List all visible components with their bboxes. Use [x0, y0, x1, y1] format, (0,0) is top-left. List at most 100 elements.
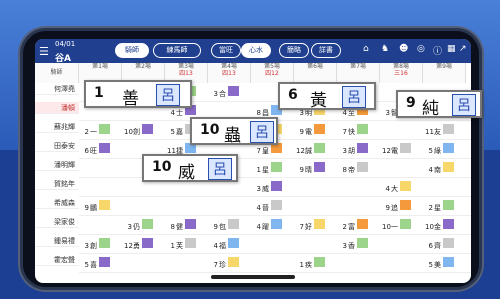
- race-entry[interactable]: 9電: [296, 124, 325, 136]
- race-entry[interactable]: 1芙: [167, 238, 196, 250]
- race-entry[interactable]: 5綠: [425, 143, 454, 155]
- horse-name: 蟲: [224, 126, 241, 146]
- horse-name: 躍: [262, 223, 269, 231]
- tab-brief[interactable]: 簡略: [279, 43, 309, 58]
- horse-name: 合: [219, 90, 226, 98]
- tab-trainer[interactable]: 練馬師: [153, 43, 201, 58]
- race-header[interactable]: 第8場 三16: [380, 63, 423, 83]
- race-entry[interactable]: 9鵬: [81, 200, 110, 212]
- jockey-name[interactable]: 何澤堯: [35, 83, 79, 95]
- horse-number: 10: [425, 223, 434, 231]
- race-header[interactable]: 第9場: [423, 63, 466, 83]
- race-entry[interactable]: 7好: [296, 219, 325, 231]
- odds-tag: [99, 200, 110, 210]
- horse-number: 4: [428, 166, 433, 174]
- tab-hot[interactable]: 當旺: [211, 43, 241, 58]
- race-entry[interactable]: 3仍: [124, 219, 153, 231]
- race-entry[interactable]: 3香: [339, 238, 368, 250]
- horse-number: 4: [213, 242, 218, 250]
- race-entry[interactable]: 3威: [253, 181, 282, 193]
- jockey-name[interactable]: 潘頓: [35, 102, 79, 114]
- tab-detail[interactable]: 詳書: [311, 43, 341, 58]
- race-entry[interactable]: 9包: [210, 219, 239, 231]
- odds-icon[interactable]: ◎: [417, 44, 425, 54]
- odds-tag: [99, 124, 110, 134]
- race-entry[interactable]: 7珍: [210, 257, 239, 269]
- odds-tag: [443, 143, 454, 153]
- race-entry[interactable]: 4大: [382, 181, 411, 193]
- race-entry[interactable]: 2富: [339, 219, 368, 231]
- race-entry[interactable]: 12勇: [124, 238, 153, 250]
- race-entry[interactable]: 12電: [382, 143, 411, 155]
- race-entry[interactable]: 10劍: [124, 124, 153, 136]
- race-entry[interactable]: 2一: [81, 124, 110, 136]
- race-entry[interactable]: 3合: [210, 86, 239, 98]
- race-entry[interactable]: 7快: [339, 124, 368, 136]
- odds-tag: [228, 219, 239, 229]
- race-entry[interactable]: 9追: [382, 200, 411, 212]
- horse-name: 帝: [348, 166, 355, 174]
- odds-tag: [142, 124, 153, 134]
- jockey-name[interactable]: 蘇兆輝: [35, 121, 79, 133]
- horse-name: 星: [434, 204, 441, 212]
- jockey-name[interactable]: 田泰安: [35, 140, 79, 152]
- race-header[interactable]: 第7場: [337, 63, 380, 83]
- horse-number: 10: [382, 223, 391, 231]
- race-entry[interactable]: 3創: [81, 238, 110, 250]
- race-entry[interactable]: 8健: [167, 219, 196, 231]
- race-header[interactable]: 第5場 四12: [251, 63, 294, 83]
- callout-horse: 1 善 呂: [84, 80, 192, 109]
- grid-icon[interactable]: ▦: [447, 44, 456, 54]
- race-entry[interactable]: 5喜: [81, 257, 110, 269]
- race-entry[interactable]: 4福: [210, 238, 239, 250]
- jockey-name[interactable]: 希威森: [35, 197, 79, 209]
- race-entry[interactable]: 6齊: [425, 238, 454, 250]
- race-entry[interactable]: 4躍: [253, 219, 282, 231]
- odds-tag: [357, 124, 368, 134]
- horse-name: 富: [348, 223, 355, 231]
- race-entry[interactable]: 12誠: [296, 143, 325, 155]
- race-entry[interactable]: 5美: [425, 257, 454, 269]
- callout-horse: 10 威 呂: [142, 154, 238, 183]
- jockey-name[interactable]: 潘明輝: [35, 159, 79, 171]
- odds-tag: [443, 257, 454, 267]
- menu-icon[interactable]: ☰: [39, 45, 49, 58]
- race-header[interactable]: 第6場: [294, 63, 337, 83]
- race-entry[interactable]: 9晴: [296, 162, 325, 174]
- odds-tag: [99, 257, 110, 267]
- race-header[interactable]: 第4場 四13: [208, 63, 251, 83]
- horse-number: 12: [296, 147, 305, 155]
- race-entry[interactable]: 6旺: [81, 143, 110, 155]
- horse-name: 友: [434, 128, 441, 136]
- race-entry[interactable]: 4南: [425, 162, 454, 174]
- callout-horse: 9 純 呂: [396, 90, 482, 119]
- race-entry[interactable]: 1星: [253, 162, 282, 174]
- horse-name: 晉: [262, 204, 269, 212]
- horse-icon[interactable]: ♞: [381, 44, 389, 54]
- home-icon[interactable]: ⌂: [363, 44, 369, 54]
- race-entry[interactable]: 2星: [425, 200, 454, 212]
- race-entry[interactable]: 4晉: [253, 200, 282, 212]
- race-label: 第8場: [393, 63, 409, 70]
- jockey-name[interactable]: 霍宏聲: [35, 254, 79, 266]
- race-entry[interactable]: 3胡: [339, 143, 368, 155]
- info-icon[interactable]: ⓘ: [433, 44, 442, 57]
- odds-tag: [271, 162, 282, 172]
- horse-name: 威: [262, 185, 269, 193]
- race-entry[interactable]: 8帝: [339, 162, 368, 174]
- race-entry[interactable]: 10金: [425, 219, 454, 231]
- home-indicator[interactable]: [211, 275, 295, 279]
- tab-jockey[interactable]: 騎師: [115, 43, 149, 58]
- horse-number: 10: [200, 122, 220, 138]
- race-entry[interactable]: 1疾: [296, 257, 325, 269]
- race-label: 第1場: [92, 63, 108, 70]
- race-entry[interactable]: 10一: [382, 219, 411, 231]
- jockey-icon[interactable]: ☻: [399, 44, 408, 54]
- chart-icon[interactable]: ↗: [459, 44, 467, 54]
- tab-tips[interactable]: 心水: [241, 43, 271, 58]
- jockey-name[interactable]: 賀銘年: [35, 178, 79, 190]
- jockey-name[interactable]: 鍾易禮: [35, 235, 79, 247]
- jockey-name[interactable]: 梁家俊: [35, 216, 79, 228]
- race-entry[interactable]: 11友: [425, 124, 454, 136]
- horse-number: 7: [256, 147, 261, 155]
